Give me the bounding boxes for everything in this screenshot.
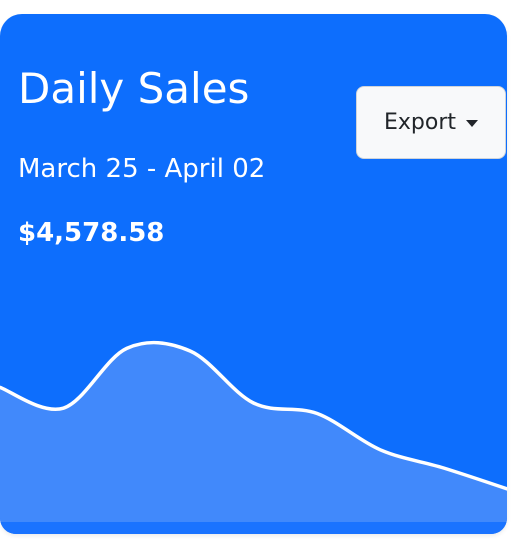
date-range: March 25 - April 02 — [18, 154, 266, 184]
export-dropdown-button[interactable]: Export — [356, 86, 506, 159]
chart-area-fill — [0, 342, 507, 534]
caret-down-icon — [466, 120, 478, 127]
daily-sales-card: Daily Sales March 25 - April 02 $4,578.5… — [0, 14, 507, 534]
sales-total: $4,578.58 — [18, 218, 165, 248]
card-title: Daily Sales — [18, 64, 250, 113]
export-button-label: Export — [383, 110, 456, 135]
card-bottom-strip — [0, 522, 507, 534]
